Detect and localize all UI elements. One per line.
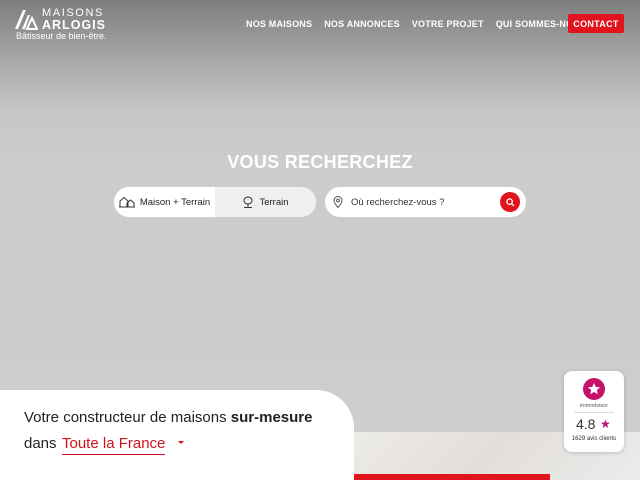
tagline-text: Votre constructeur de maisons	[24, 409, 231, 426]
property-type-toggle: Maison + Terrain Terrain	[114, 187, 316, 217]
bottom-red-accent	[320, 474, 550, 480]
region-selector[interactable]: Toute la France	[62, 435, 166, 455]
review-provider-name: immodvisor	[579, 403, 609, 409]
nav-nos-annonces[interactable]: NOS ANNONCES	[324, 19, 400, 29]
tree-icon	[242, 196, 254, 208]
site-header: MAISONS ARLOGIS Bâtisseur de bien-être. …	[0, 0, 640, 48]
search-button[interactable]	[500, 192, 520, 212]
brand-logo[interactable]: MAISONS ARLOGIS Bâtisseur de bien-être.	[14, 7, 124, 43]
review-count: 1629 avis clients	[571, 436, 617, 442]
logo-tagline: Bâtisseur de bien-être.	[16, 31, 107, 41]
badge-divider	[574, 412, 614, 413]
main-nav: NOS MAISONS NOS ANNONCES VOTRE PROJET QU…	[246, 14, 598, 34]
location-search-box	[325, 187, 526, 217]
option-maison-terrain-label: Maison + Terrain	[139, 196, 211, 208]
contact-button[interactable]: CONTACT	[568, 14, 624, 33]
option-terrain[interactable]: Terrain	[215, 187, 316, 217]
option-maison-terrain[interactable]: Maison + Terrain	[114, 187, 215, 217]
reviews-badge[interactable]: immodvisor 4.8 ★ 1629 avis clients	[564, 371, 624, 452]
tagline-highlight: sur-mesure	[230, 409, 313, 426]
logo-mark-icon	[15, 10, 38, 30]
search-title: VOUS RECHERCHEZ	[227, 152, 413, 172]
intro-tagline: Votre constructeur de maisons sur-mesure	[24, 409, 312, 426]
logo-word-arlogis: ARLOGIS	[42, 18, 106, 32]
nav-nos-maisons[interactable]: NOS MAISONS	[246, 19, 312, 29]
immodvisor-logo-icon	[583, 378, 605, 400]
intro-dans: dans	[24, 435, 57, 452]
nav-votre-projet[interactable]: VOTRE PROJET	[412, 19, 484, 29]
chevron-down-icon[interactable]	[178, 441, 184, 444]
location-search-input[interactable]	[351, 194, 491, 210]
house-icon	[118, 196, 135, 208]
location-pin-icon	[333, 196, 343, 208]
review-score: 4.8	[576, 416, 596, 432]
star-icon: ★	[600, 417, 611, 431]
search-icon	[505, 197, 515, 207]
option-terrain-label: Terrain	[259, 196, 289, 208]
